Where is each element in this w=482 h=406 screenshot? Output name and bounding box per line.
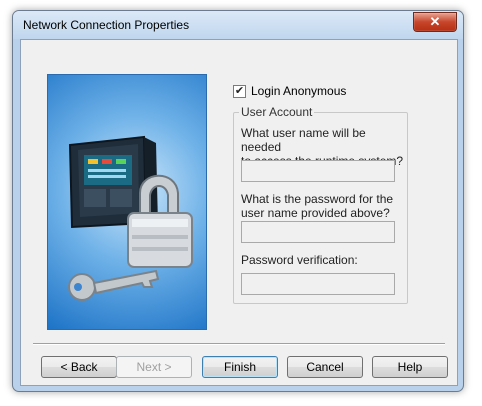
dialog-body: ✔ Login Anonymous User Account What user… xyxy=(20,39,458,386)
button-separator xyxy=(33,343,445,345)
username-field[interactable] xyxy=(241,160,395,182)
password-field[interactable] xyxy=(241,221,395,243)
network-lock-key-illustration xyxy=(47,74,207,330)
password-question: What is the password for the user name p… xyxy=(241,192,406,220)
close-button[interactable]: ✕ xyxy=(413,12,457,32)
key-icon xyxy=(68,269,160,301)
username-question-line1: What user name will be needed xyxy=(241,126,366,154)
password-verification-label: Password verification: xyxy=(241,253,358,267)
cancel-button[interactable]: Cancel xyxy=(287,356,363,378)
next-button[interactable]: Next > xyxy=(116,356,192,378)
dialog-window: Network Connection Properties ✕ ✔ Login … xyxy=(12,10,464,392)
password-question-line1: What is the password for the xyxy=(241,192,394,206)
finish-button[interactable]: Finish xyxy=(202,356,278,378)
password-question-line2: user name provided above? xyxy=(241,206,390,220)
user-account-group-title: User Account xyxy=(239,105,315,119)
login-anonymous-label[interactable]: Login Anonymous xyxy=(251,84,346,98)
login-anonymous-checkbox[interactable]: ✔ xyxy=(233,85,246,98)
illustration-graphic xyxy=(68,135,193,301)
password-verification-field[interactable] xyxy=(241,273,395,295)
user-account-group: User Account What user name will be need… xyxy=(233,105,408,304)
back-button[interactable]: < Back xyxy=(41,356,117,378)
title-bar[interactable]: Network Connection Properties ✕ xyxy=(13,11,463,39)
close-icon: ✕ xyxy=(429,14,441,29)
help-button[interactable]: Help xyxy=(372,356,448,378)
window-title: Network Connection Properties xyxy=(23,18,190,32)
